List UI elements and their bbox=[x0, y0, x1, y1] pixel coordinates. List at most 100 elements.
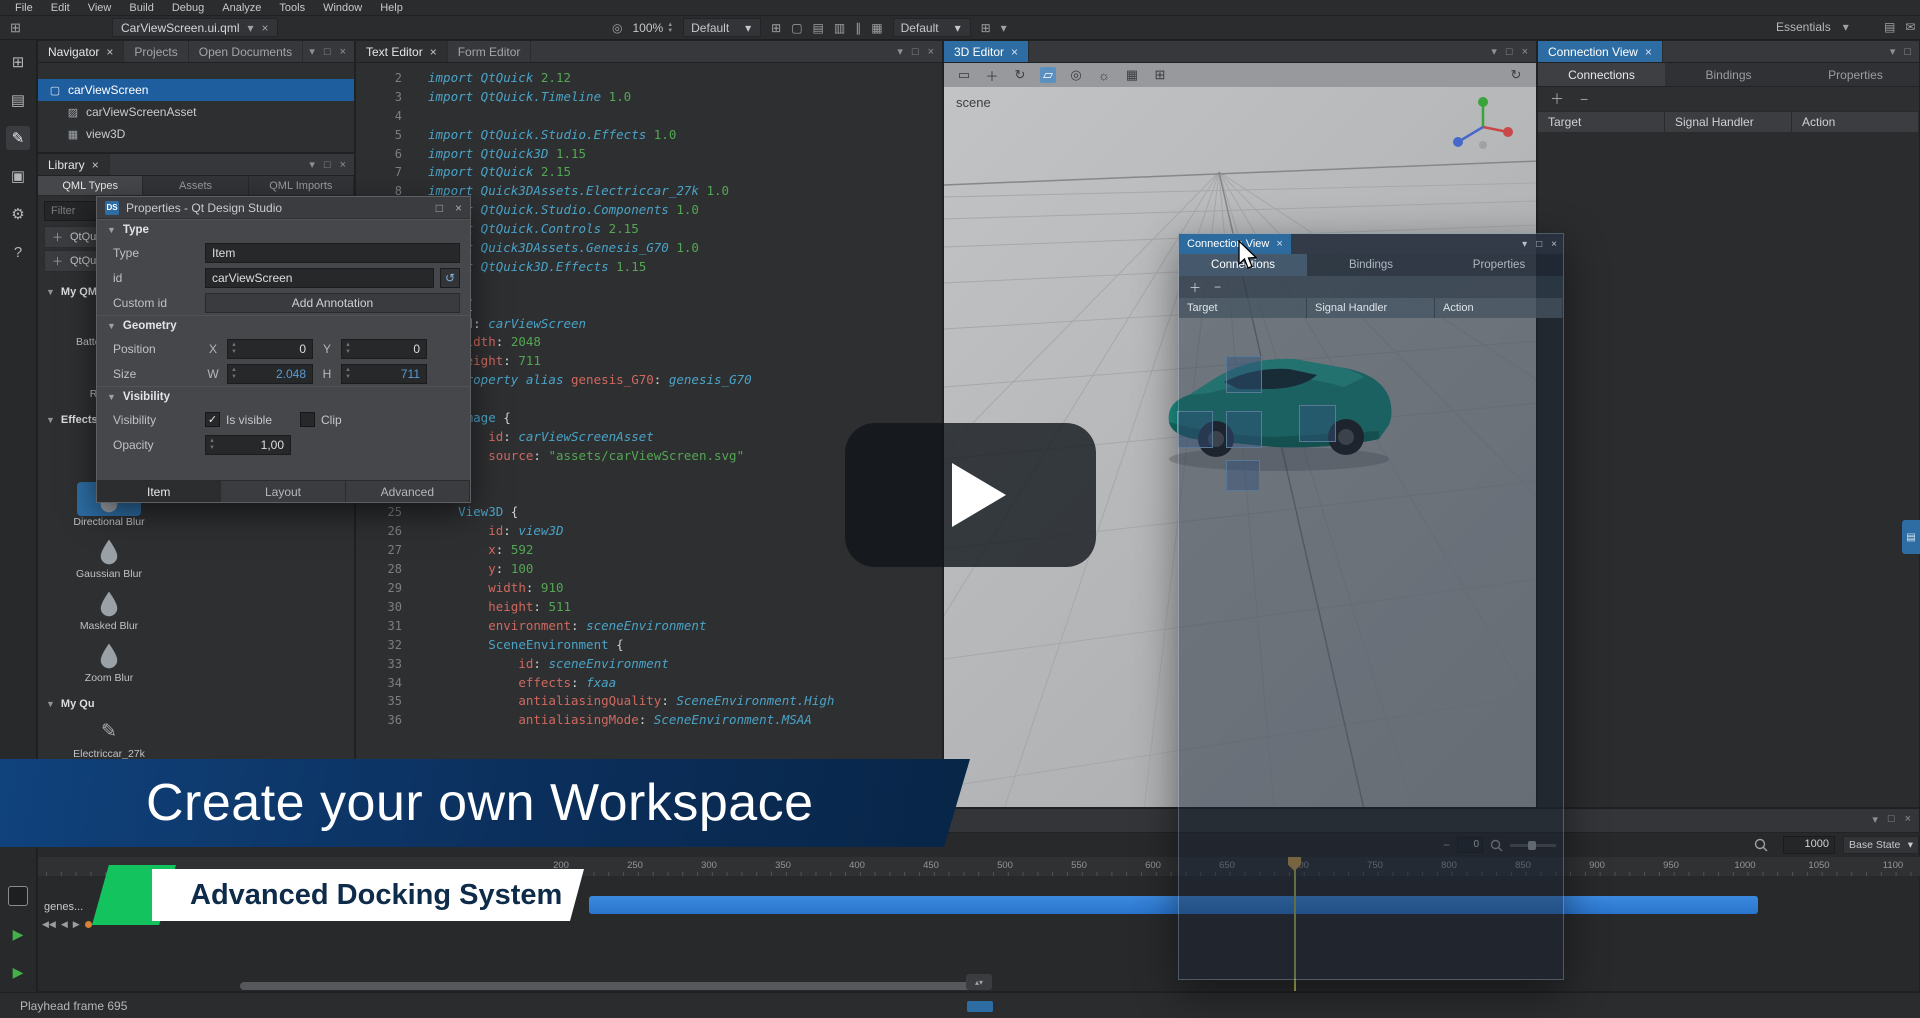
documents-icon[interactable]: ▤ bbox=[6, 88, 30, 112]
tree-item-view3d[interactable]: ▦view3D bbox=[38, 123, 354, 145]
reset-id-icon[interactable]: ↺ bbox=[440, 268, 460, 288]
menu-edit[interactable]: Edit bbox=[42, 2, 79, 14]
chevron-down-icon[interactable]: ▾ bbox=[1001, 21, 1007, 35]
float-panel-icon[interactable]: □ bbox=[1904, 46, 1911, 58]
list-icon[interactable]: ▤ bbox=[813, 21, 824, 35]
close-icon[interactable]: × bbox=[1905, 813, 1911, 826]
text-editor-tab-text-editor[interactable]: Text Editor× bbox=[356, 41, 448, 62]
style-selector[interactable]: Default ▾ bbox=[683, 18, 761, 37]
help-icon[interactable]: ? bbox=[6, 240, 30, 264]
close-icon[interactable]: × bbox=[1011, 45, 1018, 59]
library-tab-qml-imports[interactable]: QML Imports bbox=[249, 176, 354, 195]
width-spinbox[interactable]: ▲▼2.048 bbox=[227, 364, 313, 384]
camera-tool-icon[interactable]: ◎ bbox=[1068, 67, 1084, 83]
status-accent-chip[interactable] bbox=[967, 1001, 993, 1012]
chevron-down-icon[interactable]: ▾ bbox=[309, 158, 315, 171]
float-panel-icon[interactable]: □ bbox=[324, 46, 331, 58]
video-play-button[interactable] bbox=[845, 423, 1096, 567]
timeline-end-frame-field[interactable]: 1000 bbox=[1783, 836, 1835, 854]
connection-view-tab-properties[interactable]: Properties bbox=[1792, 63, 1919, 86]
float-panel-icon[interactable]: □ bbox=[912, 46, 919, 58]
x-spinbox[interactable]: ▲▼0 bbox=[227, 339, 313, 359]
zoom-target-icon[interactable]: ◎ bbox=[612, 21, 622, 35]
library-item-gaussian-blur[interactable]: Gaussian Blur bbox=[77, 534, 141, 580]
clip-checkbox[interactable] bbox=[300, 412, 315, 427]
opacity-spinbox[interactable]: ▲▼1,00 bbox=[205, 435, 291, 455]
timeline-track-bar[interactable] bbox=[589, 896, 1758, 914]
grid-toggle-icon[interactable]: ▦ bbox=[1124, 67, 1140, 83]
merge-icon[interactable]: ∥ bbox=[855, 21, 861, 35]
select-tool-icon[interactable]: ▭ bbox=[956, 67, 972, 83]
menu-file[interactable]: File bbox=[6, 2, 42, 14]
maximize-icon[interactable]: □ bbox=[436, 201, 443, 215]
columns-icon[interactable]: ▥ bbox=[834, 21, 845, 35]
collapsed-panel-tab[interactable]: ▤ bbox=[1902, 520, 1920, 554]
panel-layout-icon[interactable]: ▤ bbox=[1884, 20, 1895, 34]
is-visible-checkbox[interactable]: ✓ bbox=[205, 412, 220, 427]
close-icon[interactable]: × bbox=[928, 46, 934, 58]
bounds-icon[interactable]: ▢ bbox=[791, 21, 802, 35]
menu-tools[interactable]: Tools bbox=[270, 2, 314, 14]
move-tool-icon[interactable]: ＋ bbox=[984, 66, 1000, 85]
close-icon[interactable]: × bbox=[455, 201, 462, 215]
chevron-down-icon[interactable]: ▾ bbox=[897, 45, 903, 58]
snap-grid-icon[interactable]: ⊞ bbox=[771, 21, 781, 35]
float-panel-icon[interactable]: □ bbox=[324, 159, 331, 171]
close-icon[interactable]: × bbox=[340, 46, 346, 58]
timeline-splitter-handle[interactable]: ▴▾ bbox=[966, 974, 992, 990]
light-tool-icon[interactable]: ☼ bbox=[1096, 68, 1112, 83]
connection-view-tab[interactable]: Connection View × bbox=[1538, 41, 1663, 62]
menu-view[interactable]: View bbox=[79, 2, 121, 14]
workspace-grid-icon[interactable]: ⊞ bbox=[10, 20, 21, 36]
state-selector[interactable]: Base State ▾ bbox=[1843, 836, 1919, 854]
open-file-selector[interactable]: CarViewScreen.ui.qml ▾ × bbox=[112, 18, 278, 37]
floating-cv-tab-bindings[interactable]: Bindings bbox=[1307, 254, 1435, 276]
close-icon[interactable]: × bbox=[430, 45, 437, 59]
code-editor[interactable]: import QtQuick 2.12import QtQuick.Timeli… bbox=[428, 69, 834, 730]
section-type[interactable]: ▼Type bbox=[97, 219, 470, 240]
library-tab[interactable]: Library × bbox=[38, 154, 110, 175]
previous-frame-icon[interactable]: ◀ bbox=[61, 919, 68, 930]
editor-3d-tab[interactable]: 3D Editor × bbox=[944, 41, 1029, 62]
library-item-electriccar-27k[interactable]: ✎Electriccar_27k bbox=[77, 714, 141, 760]
tree-item-carviewscreenasset[interactable]: ▨carViewScreenAsset bbox=[38, 101, 354, 123]
menu-help[interactable]: Help bbox=[371, 2, 412, 14]
remove-connection-icon[interactable]: − bbox=[1580, 91, 1588, 107]
chevron-down-icon[interactable]: ▾ bbox=[1872, 813, 1878, 826]
perspective-toggle-icon[interactable]: ⊞ bbox=[1152, 67, 1168, 83]
library-item-zoom-blur[interactable]: Zoom Blur bbox=[77, 638, 141, 684]
chevron-down-icon[interactable]: ▾ bbox=[1890, 45, 1896, 58]
close-icon[interactable]: × bbox=[340, 159, 346, 171]
library-tab-assets[interactable]: Assets bbox=[143, 176, 248, 195]
close-icon[interactable]: × bbox=[1551, 239, 1557, 250]
magnifier-icon[interactable] bbox=[1754, 838, 1768, 852]
close-icon[interactable]: × bbox=[1522, 46, 1528, 58]
add-connection-icon[interactable]: ＋ bbox=[1550, 89, 1564, 109]
to-start-icon[interactable]: ◀◀ bbox=[42, 919, 56, 930]
menu-build[interactable]: Build bbox=[120, 2, 162, 14]
close-icon[interactable]: × bbox=[1645, 45, 1652, 59]
chevron-down-icon[interactable]: ▾ bbox=[1491, 45, 1497, 58]
floating-cv-tab-properties[interactable]: Properties bbox=[1435, 254, 1563, 276]
chevron-down-icon[interactable]: ▾ bbox=[309, 45, 315, 58]
timeline-scrollbar[interactable] bbox=[240, 982, 972, 990]
workspace-selector[interactable]: Essentials ▾ bbox=[1776, 20, 1849, 34]
navigator-tab-open-documents[interactable]: Open Documents bbox=[189, 41, 303, 62]
float-panel-icon[interactable]: □ bbox=[1506, 46, 1513, 58]
zoom-level-control[interactable]: 100% ▲▼ bbox=[632, 21, 673, 35]
float-panel-icon[interactable]: □ bbox=[1536, 239, 1542, 250]
library-tab-qml-types[interactable]: QML Types bbox=[38, 176, 143, 195]
properties-tab-layout[interactable]: Layout bbox=[221, 481, 345, 502]
close-icon[interactable]: × bbox=[1276, 238, 1282, 250]
matrix-icon[interactable]: ⊞ bbox=[981, 21, 991, 35]
connection-view-tab-bindings[interactable]: Bindings bbox=[1665, 63, 1792, 86]
properties-dialog-titlebar[interactable]: DS Properties - Qt Design Studio □ × bbox=[97, 197, 470, 219]
section-geometry[interactable]: ▼Geometry bbox=[97, 315, 470, 336]
properties-tab-advanced[interactable]: Advanced bbox=[346, 481, 470, 502]
float-panel-icon[interactable]: □ bbox=[1888, 813, 1895, 826]
add-connection-icon[interactable]: ＋ bbox=[1189, 279, 1201, 296]
settings-gear-icon[interactable]: ⚙ bbox=[6, 202, 30, 226]
properties-tab-item[interactable]: Item bbox=[97, 481, 221, 502]
menu-analyze[interactable]: Analyze bbox=[213, 2, 270, 14]
rotate-tool-icon[interactable]: ↻ bbox=[1012, 67, 1028, 83]
